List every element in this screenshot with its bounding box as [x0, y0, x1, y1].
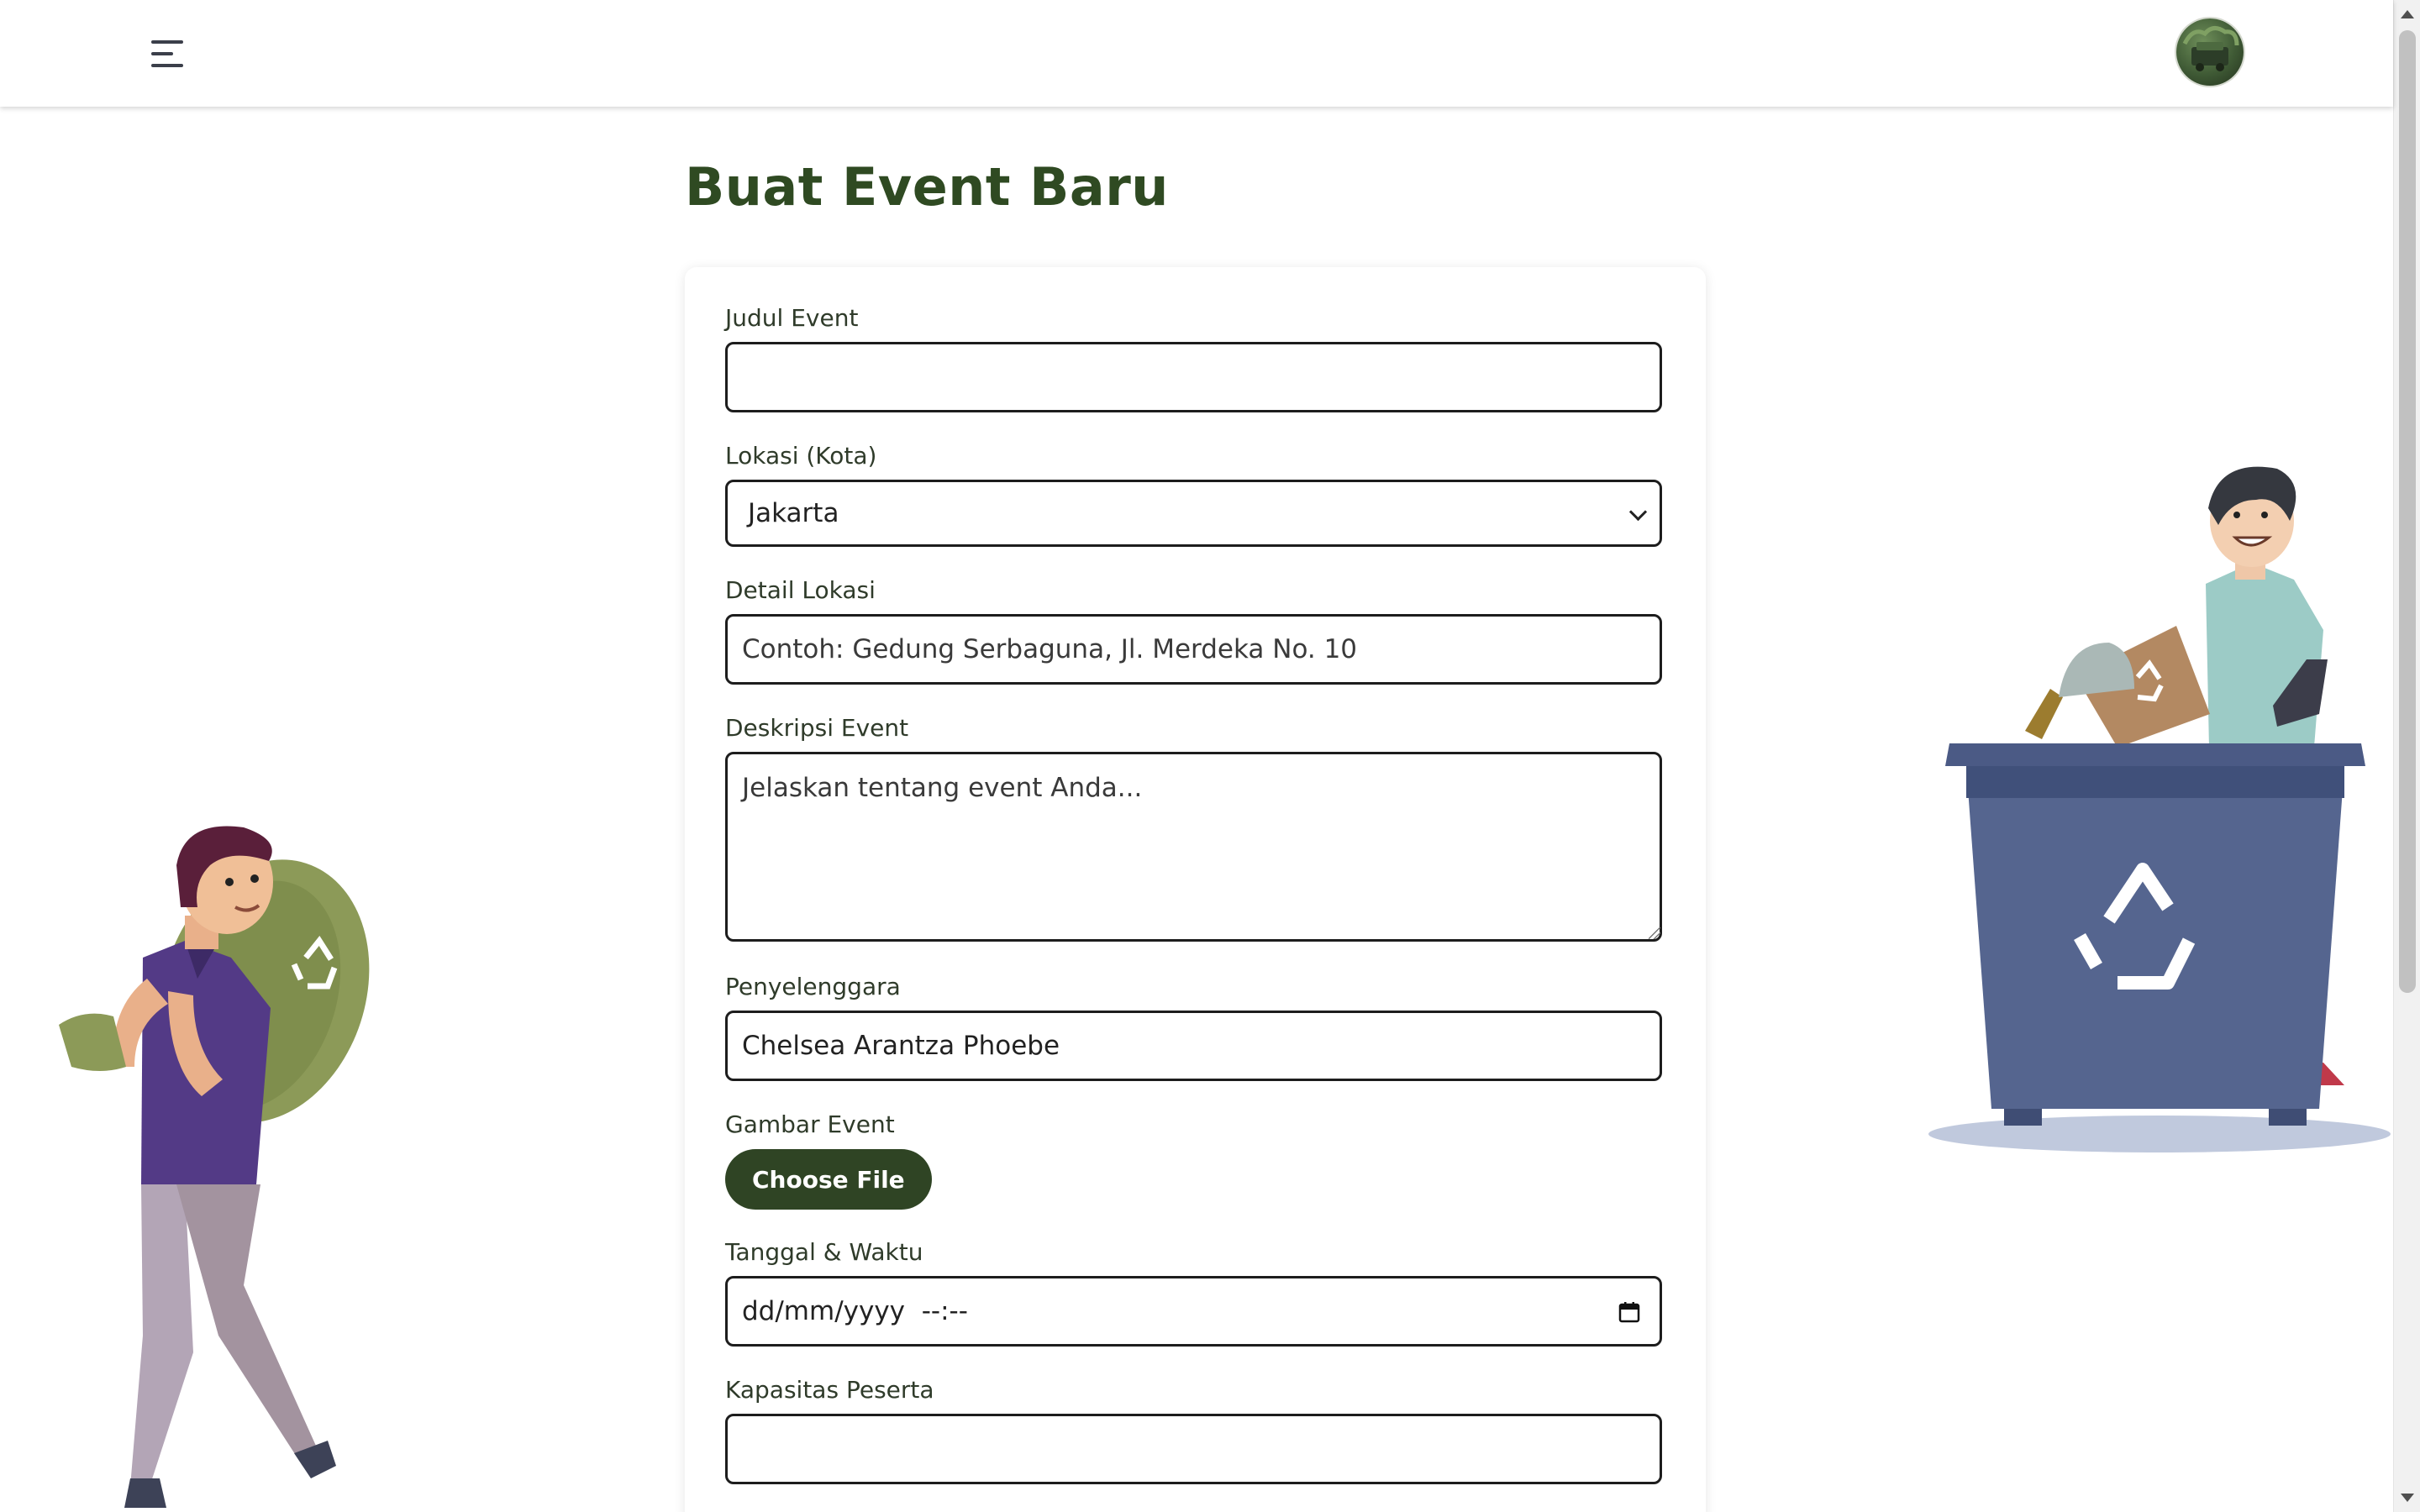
scroll-up-arrow-icon[interactable] — [2401, 10, 2414, 18]
tanggal-waktu-input[interactable]: dd/mm/yyyy --:-- — [725, 1276, 1662, 1347]
lokasi-kota-label: Lokasi (Kota) — [725, 442, 877, 470]
scrollbar-thumb[interactable] — [2399, 30, 2416, 993]
avatar-image — [2182, 26, 2239, 71]
top-navbar — [0, 0, 2393, 107]
detail-lokasi-label: Detail Lokasi — [725, 576, 876, 604]
penyelenggara-input[interactable] — [725, 1011, 1662, 1081]
scroll-down-arrow-icon[interactable] — [2401, 1494, 2414, 1502]
lokasi-selected-value: Jakarta — [748, 498, 839, 528]
user-avatar[interactable] — [2176, 18, 2244, 86]
hamburger-menu-icon[interactable] — [148, 37, 187, 71]
page-scrollbar[interactable] — [2393, 0, 2420, 1512]
page-title: Buat Event Baru — [685, 156, 1169, 218]
judul-event-input[interactable] — [725, 342, 1662, 412]
recycle-bin-icon — [1966, 766, 2344, 1109]
choose-file-button[interactable]: Choose File — [725, 1149, 932, 1210]
tanggal-waktu-label: Tanggal & Waktu — [725, 1238, 923, 1266]
chevron-down-icon — [1628, 502, 1648, 522]
textarea-resize-handle-icon[interactable] — [1649, 927, 1660, 939]
penyelenggara-label: Penyelenggara — [725, 973, 901, 1000]
lokasi-kota-select[interactable]: Jakarta — [725, 480, 1662, 547]
kapasitas-peserta-label: Kapasitas Peserta — [725, 1376, 934, 1404]
detail-lokasi-input[interactable] — [725, 614, 1662, 685]
deskripsi-event-textarea[interactable] — [725, 752, 1662, 942]
man-carrying-recycle-bag-illustration — [59, 826, 370, 1508]
man-recycling-into-bin-illustration — [1928, 466, 2391, 1152]
create-event-form: Judul Event Lokasi (Kota) Jakarta Detail… — [685, 267, 1706, 1512]
calendar-icon[interactable] — [1618, 1300, 1641, 1324]
gambar-event-label: Gambar Event — [725, 1110, 895, 1138]
date-placeholder: dd/mm/yyyy --:-- — [742, 1296, 968, 1326]
kapasitas-peserta-input[interactable] — [725, 1414, 1662, 1484]
deskripsi-event-label: Deskripsi Event — [725, 714, 909, 742]
judul-event-label: Judul Event — [725, 304, 859, 332]
